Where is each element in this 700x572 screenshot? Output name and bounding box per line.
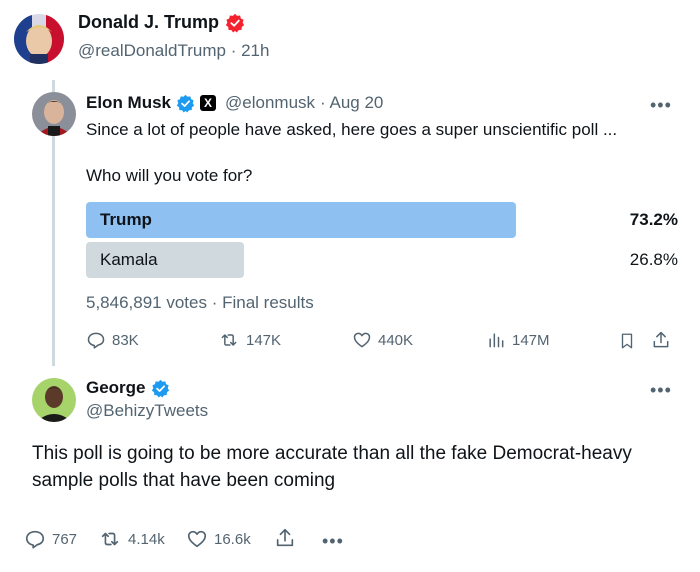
verified-badge-icon [151, 379, 169, 397]
repost-button[interactable]: 4.14k [98, 528, 165, 550]
reply-author-name[interactable]: George [86, 378, 146, 398]
poll-option-percent: 73.2% [629, 210, 678, 229]
like-button[interactable]: 440K [352, 330, 413, 350]
poll-question: Who will you vote for? [86, 166, 253, 185]
reply-author-handle[interactable]: @BehizyTweets [86, 401, 208, 421]
like-count: 16.6k [214, 530, 251, 548]
trump-avatar[interactable] [14, 14, 64, 64]
more-options-icon[interactable]: ••• [650, 381, 672, 399]
reply-icon [25, 530, 45, 549]
like-button[interactable]: 16.6k [186, 528, 251, 550]
share-button[interactable] [651, 330, 671, 355]
verified-badge-icon [225, 13, 245, 32]
more-options-icon[interactable]: ••• [650, 96, 672, 114]
poll-option-label: Kamala [100, 250, 158, 269]
reply-count: 83K [112, 331, 139, 349]
poll-option-label: Trump [100, 210, 152, 229]
views-button[interactable]: 147M [486, 330, 550, 350]
tweet-time[interactable]: · 21h [231, 41, 270, 60]
more-options-icon[interactable]: ••• [322, 532, 344, 550]
bookmark-button[interactable] [618, 331, 636, 356]
repost-count: 147K [246, 331, 282, 349]
author-handle[interactable]: @realDonaldTrump [78, 41, 226, 60]
views-count: 147M [512, 331, 550, 349]
quoted-tweet-text: Since a lot of people have asked, here g… [86, 120, 618, 139]
heart-icon [353, 332, 371, 348]
verified-badge-icon [176, 94, 195, 112]
reply-icon [87, 332, 105, 349]
repost-count: 4.14k [128, 530, 165, 548]
poll-summary: 5,846,891 votes · Final results [86, 293, 314, 312]
repost-icon [221, 334, 237, 346]
reply-tweet-text: This poll is going to be more accurate t… [32, 443, 632, 491]
x-affiliation-icon: X [200, 95, 217, 111]
share-icon [653, 331, 669, 348]
george-avatar[interactable] [32, 378, 76, 422]
reply-button[interactable]: 767 [24, 528, 77, 550]
share-button[interactable] [274, 527, 296, 554]
repost-button[interactable]: 147K [218, 330, 281, 350]
share-icon [276, 528, 294, 547]
author-name[interactable]: Donald J. Trump [78, 12, 219, 33]
quoted-author-name[interactable]: Elon Musk [86, 93, 171, 113]
like-count: 440K [378, 331, 414, 349]
views-icon [489, 333, 504, 348]
repost-icon [101, 532, 119, 546]
reply-button[interactable]: 83K [86, 330, 139, 350]
quoted-tweet-time[interactable]: · Aug 20 [320, 93, 383, 113]
quoted-author-handle[interactable]: @elonmusk [225, 93, 315, 113]
heart-icon [187, 530, 207, 548]
elon-avatar[interactable] [32, 92, 76, 136]
reply-count: 767 [52, 530, 78, 548]
poll-option-percent: 26.8% [629, 250, 678, 269]
bookmark-icon [621, 333, 633, 349]
